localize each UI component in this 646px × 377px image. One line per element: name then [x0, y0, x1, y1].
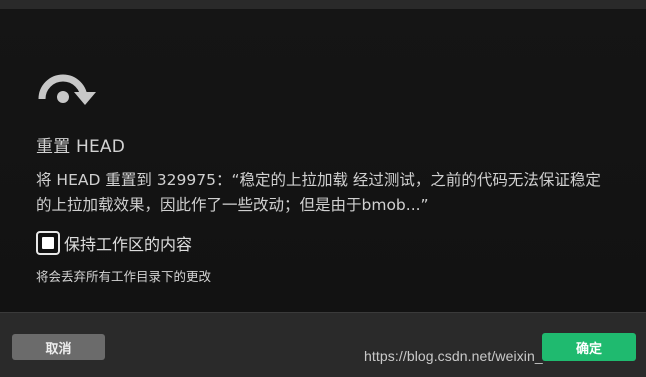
keep-working-copy-label: 保持工作区的内容 — [64, 235, 193, 254]
reset-head-dialog: 重置 HEAD 将 HEAD 重置到 329975：“稳定的上拉加载 经过测试，… — [0, 9, 646, 312]
confirm-button[interactable]: 确定 — [542, 333, 636, 361]
discard-warning: 将会丢弃所有工作目录下的更改 — [36, 269, 212, 284]
reset-arrow-icon — [33, 59, 99, 107]
window-top-bar — [0, 0, 646, 9]
dialog-title: 重置 HEAD — [36, 137, 126, 157]
reset-description: 将 HEAD 重置到 329975：“稳定的上拉加载 经过测试，之前的代码无法保… — [36, 171, 601, 214]
dialog-footer: 取消 https://blog.csdn.net/weixin_43746266… — [0, 312, 646, 377]
keep-working-copy-checkbox[interactable] — [36, 231, 60, 255]
checkbox-indicator — [42, 237, 54, 249]
cancel-button[interactable]: 取消 — [12, 334, 105, 360]
keep-working-copy-option[interactable]: 保持工作区的内容 — [36, 230, 192, 256]
